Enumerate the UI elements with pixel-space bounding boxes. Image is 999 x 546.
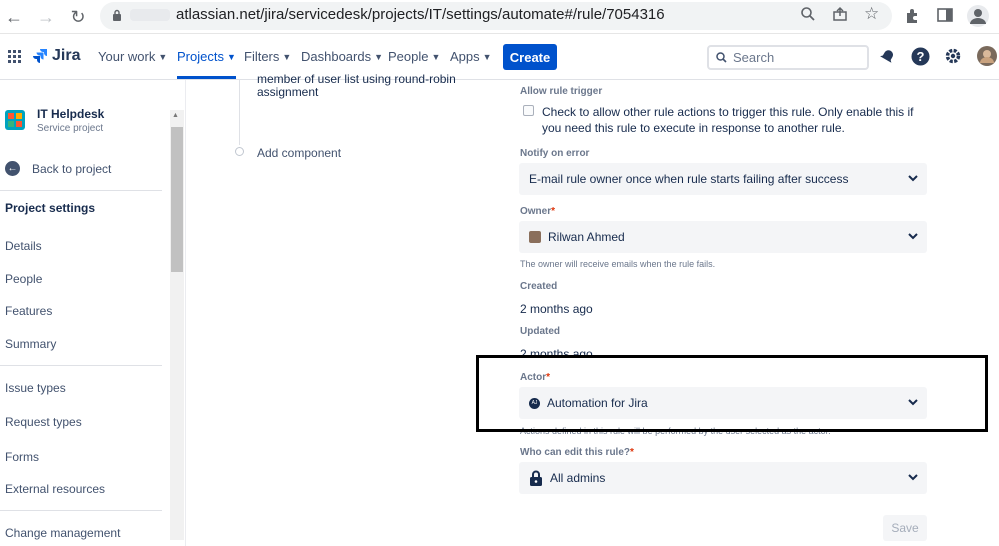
nav-your-work[interactable]: Your work ▼ <box>98 49 167 64</box>
sidebar-item-people[interactable]: People <box>5 272 42 286</box>
search-placeholder: Search <box>733 50 775 65</box>
help-icon[interactable]: ? <box>911 47 930 66</box>
annotation-highlight-box <box>476 355 988 432</box>
chevron-down-icon <box>908 175 918 182</box>
search-input[interactable]: Search <box>707 45 869 70</box>
created-label: Created <box>520 281 558 292</box>
chevron-down-icon: ▼ <box>226 51 236 62</box>
allow-trigger-description: Check to allow other rule actions to tri… <box>542 105 914 135</box>
nav-label: Projects <box>177 49 224 64</box>
side-panel-icon[interactable] <box>937 7 953 23</box>
chevron-down-icon: ▼ <box>431 51 441 62</box>
nav-label: Your work <box>98 49 156 64</box>
updated-label: Updated <box>520 326 560 337</box>
owner-value: Rilwan Ahmed <box>548 230 625 244</box>
flow-node-dot <box>235 147 244 156</box>
jira-logo-text: Jira <box>52 47 81 64</box>
divider <box>0 190 162 191</box>
app-switcher-icon[interactable] <box>8 50 21 63</box>
owner-avatar <box>529 231 541 243</box>
url-redaction <box>130 9 170 21</box>
owner-select[interactable]: Rilwan Ahmed <box>519 221 927 253</box>
project-sidebar: IT Helpdesk Service project ← Back to pr… <box>0 80 186 546</box>
nav-filters[interactable]: Filters ▼ <box>244 49 291 64</box>
chevron-down-icon: ▼ <box>482 51 492 62</box>
svg-text:?: ? <box>917 49 925 64</box>
sidebar-item-features[interactable]: Features <box>5 304 52 318</box>
allow-trigger-checkbox[interactable] <box>523 105 534 116</box>
back-to-project-label: Back to project <box>32 161 112 176</box>
who-can-edit-label-text: Who can edit this rule? <box>520 447 631 458</box>
nav-label: Dashboards <box>301 49 372 64</box>
user-avatar-icon[interactable] <box>977 46 997 66</box>
forward-arrow-icon[interactable]: → <box>34 5 58 29</box>
notify-on-error-value: E-mail rule owner once when rule starts … <box>529 172 849 186</box>
who-can-edit-select[interactable]: All admins <box>519 462 927 494</box>
sidebar-item-summary[interactable]: Summary <box>5 337 56 351</box>
notifications-icon[interactable] <box>879 48 896 65</box>
search-icon <box>716 52 727 63</box>
arrow-left-icon: ← <box>5 161 20 176</box>
notify-on-error-label: Notify on error <box>520 148 590 159</box>
required-marker: * <box>551 206 556 217</box>
chevron-down-icon <box>908 233 918 240</box>
divider <box>0 365 162 366</box>
chevron-down-icon <box>908 474 918 481</box>
create-button[interactable]: Create <box>503 44 557 70</box>
chevron-down-icon: ▼ <box>158 51 168 62</box>
notify-on-error-select[interactable]: E-mail rule owner once when rule starts … <box>519 163 927 195</box>
lock-icon <box>530 470 542 486</box>
add-component-link[interactable]: Add component <box>257 146 341 160</box>
nav-projects[interactable]: Projects ▼ <box>177 49 236 79</box>
settings-gear-icon[interactable] <box>944 47 962 65</box>
owner-label: Owner* <box>520 206 555 217</box>
who-can-edit-label: Who can edit this rule?* <box>520 447 634 458</box>
share-icon[interactable] <box>832 6 848 22</box>
lock-icon <box>113 9 121 21</box>
component-text[interactable]: assignment <box>257 85 318 99</box>
zoom-icon[interactable] <box>800 6 816 22</box>
flow-connector <box>239 80 240 145</box>
nav-people[interactable]: People ▼ <box>388 49 440 64</box>
profile-avatar-icon[interactable] <box>967 5 989 27</box>
sidebar-item-forms[interactable]: Forms <box>5 450 39 464</box>
jira-logo-icon <box>33 49 47 63</box>
save-button[interactable]: Save <box>883 515 927 541</box>
jira-logo[interactable]: Jira <box>32 47 80 65</box>
chevron-down-icon: ▼ <box>374 51 384 62</box>
component-text-partial: member of user list using round-robin <box>257 72 456 86</box>
url-text: atlassian.net/jira/servicedesk/projects/… <box>176 6 665 23</box>
back-arrow-icon[interactable]: ← <box>2 5 26 29</box>
project-avatar-icon <box>5 110 25 130</box>
created-value: 2 months ago <box>520 302 593 316</box>
sidebar-item-details[interactable]: Details <box>5 239 42 253</box>
required-marker: * <box>630 447 634 458</box>
project-type: Service project <box>37 123 104 134</box>
who-can-edit-value: All admins <box>550 471 606 485</box>
sidebar-item-request-types[interactable]: Request types <box>5 415 82 429</box>
owner-label-text: Owner <box>520 206 552 217</box>
nav-dashboards[interactable]: Dashboards ▼ <box>301 49 383 64</box>
chevron-down-icon: ▼ <box>282 51 292 62</box>
back-to-project-link[interactable]: ← Back to project <box>5 161 111 176</box>
project-name: IT Helpdesk <box>37 107 105 121</box>
project-settings-heading[interactable]: Project settings <box>5 201 95 215</box>
nav-label: Apps <box>450 49 480 64</box>
extensions-icon[interactable] <box>904 7 921 24</box>
divider <box>0 510 162 511</box>
sidebar-item-external-resources[interactable]: External resources <box>5 482 105 496</box>
owner-help-text: The owner will receive emails when the r… <box>520 259 716 269</box>
star-icon[interactable]: ☆ <box>864 4 879 24</box>
reload-icon[interactable]: ↻ <box>66 5 90 29</box>
nav-label: People <box>388 49 429 64</box>
sidebar-scroll-thumb[interactable] <box>171 127 183 272</box>
browser-toolbar: ← → ↻ atlassian.net/jira/servicedesk/pro… <box>0 0 999 34</box>
nav-apps[interactable]: Apps ▼ <box>450 49 492 64</box>
nav-label: Filters <box>244 49 280 64</box>
sidebar-item-change-management[interactable]: Change management <box>5 526 120 540</box>
allow-rule-trigger-label: Allow rule trigger <box>520 86 603 97</box>
scroll-up-icon[interactable]: ▲ <box>172 112 179 119</box>
sidebar-item-issue-types[interactable]: Issue types <box>5 381 66 395</box>
